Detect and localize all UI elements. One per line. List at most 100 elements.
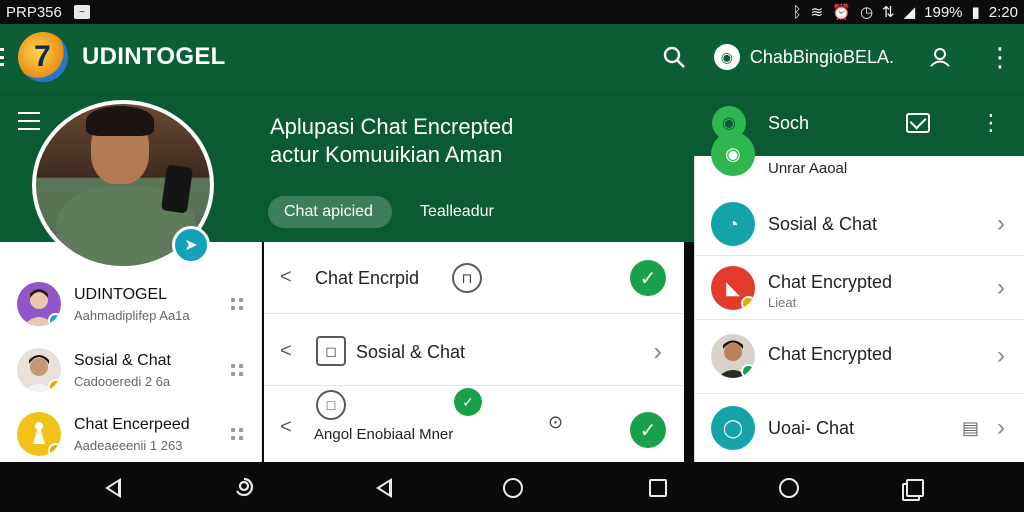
contact-name: Sosial & Chat [74,351,171,369]
contact-name: Chat Encerpeed [74,415,190,433]
hamburger-menu-icon[interactable] [18,112,40,130]
drag-handle-icon[interactable] [231,298,243,310]
contact-name: UDINTOGEL [74,285,168,303]
drag-handle-icon[interactable] [231,364,243,376]
logo-icon [18,32,68,82]
chat-bubble-icon: ✓ [454,388,482,416]
avatar [17,282,61,326]
list-item[interactable]: ◉ Unrar Aaoal [695,132,1024,192]
status-badge-icon [48,443,61,456]
settings-card: < Chat Encrpid ⊓ ✓ < ◻ Sosial & Chat › <… [264,242,684,462]
recents-icon[interactable] [645,475,671,501]
row-label: Sosial & Chat [356,342,466,362]
search-icon[interactable] [654,37,694,77]
lock-circle-icon: ⊓ [452,263,482,293]
row-label: Angol Enobiaal Mner [314,426,454,443]
avatar [17,412,61,456]
wifi-icon: ≋ [810,3,824,21]
chevron-right-icon[interactable]: › [997,414,1005,442]
list-item[interactable]: Chat Encrypted › [695,320,1024,394]
status-bar: PRP356 ~ ᛒ ≋ ⏰ ◷ ⇅ ◢ 199% ▮ 2:20 [0,0,1024,24]
clock-icon: ◷ [859,3,874,21]
right-panel-title: Soch [768,112,810,133]
hero-subtitle: actur Komuuikian Aman [270,142,503,167]
verified-badge-icon [741,364,755,378]
hero-title: Aplupasi Chat Encrepted [270,114,514,139]
check-icon: ✓ [630,412,666,448]
more-vert-icon[interactable]: ⋮ [980,37,1020,77]
chat-app-icon: ◉ [711,132,755,176]
item-title: Uoai- Chat [768,418,855,438]
more-vert-icon[interactable]: ⋮ [980,110,1002,136]
bluetooth-icon: ᛒ [792,3,802,21]
circle-icon[interactable] [776,475,802,501]
timer-icon: ⊙ [548,412,564,432]
chat-selector-label: ChabBingioBELA. [749,46,894,67]
clock-time: 2:20 [988,3,1018,21]
item-title: Chat Encrypted [768,344,893,364]
battery-icon: ▮ [971,3,980,21]
notification-icon: ~ [73,5,90,19]
drawer-handle-icon[interactable] [0,48,8,66]
app-bar: UDINTOGEL ◉ ChabBingioBELA. ⋮ [0,24,1024,90]
profile-icon[interactable] [920,37,960,77]
contact-list: UDINTOGEL Aahmadiplifep Aa1a Sosial & Ch… [0,242,262,462]
share-icon[interactable]: < [280,340,292,363]
chat-bubble-icon: ◉ [713,44,740,70]
app-title: UDINTOGEL [82,43,226,70]
chevron-right-icon[interactable]: › [997,274,1005,302]
chat-app-icon: ◯ [711,406,755,450]
data-icon: ⇅ [882,3,895,21]
share-icon[interactable]: < [280,416,292,439]
overview-icon[interactable] [902,475,928,501]
item-title: Chat Encrypted [768,272,893,292]
chevron-right-icon[interactable]: › [997,210,1005,238]
signal-icon: ◢ [903,3,916,21]
chat-outline-icon: □ [316,390,346,420]
list-item[interactable]: ◯ Uoai- Chat ▤ › [695,394,1024,462]
list-view-icon[interactable]: ▤ [962,418,979,439]
status-badge-icon [741,296,755,310]
check-icon: ✓ [630,260,666,296]
row-label: Chat Encrpid [315,268,420,288]
avatar [711,334,755,378]
chevron-right-icon[interactable]: › [997,342,1005,370]
verified-badge-icon [48,313,61,326]
avatar [17,348,61,392]
chat-square-icon: ◻ [316,336,346,366]
carrier-label: PRP356 [6,3,62,21]
settings-row[interactable]: < Chat Encrpid ⊓ ✓ [264,242,684,314]
navigation-bar [0,462,1024,512]
send-icon[interactable]: ➤ [172,226,210,264]
battery-level: 199% [924,3,963,21]
chat-selector[interactable]: ◉ ChabBingioBELA. [713,44,894,70]
status-badge-icon [48,379,61,392]
item-subtitle: Lieat [768,295,797,310]
back-icon[interactable] [101,475,127,501]
list-item[interactable]: Sosial & Chat Cadooeredi 2 6a [0,338,262,402]
contact-subtitle: Aahmadiplifep Aa1a [74,307,190,323]
settings-row[interactable]: < □ ✓ Angol Enobiaal Mner ⊙ ✓ [264,386,684,462]
chip-tealleadur[interactable]: Tealleadur [404,196,510,228]
contact-subtitle: Cadooeredi 2 6a [74,373,171,389]
settings-row[interactable]: < ◻ Sosial & Chat › [264,314,684,386]
timer-app-icon: ◔ [711,202,755,246]
list-item[interactable]: ◣ Chat Encrypted Lieat › [695,256,1024,320]
drag-handle-icon[interactable] [231,428,243,440]
list-item[interactable]: ◔ Sosial & Chat › [695,192,1024,256]
chip-chat[interactable]: Chat apicied [268,196,392,228]
assistant-icon[interactable] [231,475,257,501]
list-item[interactable]: UDINTOGEL Aahmadiplifep Aa1a [0,272,262,336]
item-title: Sosial & Chat [768,214,878,234]
encrypted-app-icon: ◣ [711,266,755,310]
mail-icon[interactable] [906,113,930,133]
home-icon[interactable] [500,475,526,501]
contact-subtitle: Aadeaeeenii 1 263 [74,437,183,453]
alarm-icon: ⏰ [832,3,851,21]
chat-list: ◉ Unrar Aaoal ◔ Sosial & Chat › ◣ Chat E… [694,132,1024,462]
chevron-right-icon[interactable]: › [653,336,662,367]
back-icon[interactable] [372,475,398,501]
item-title: Unrar Aaoal [768,160,848,177]
list-item[interactable]: Chat Encerpeed Aadeaeeenii 1 263 [0,402,262,466]
share-icon[interactable]: < [280,266,292,289]
